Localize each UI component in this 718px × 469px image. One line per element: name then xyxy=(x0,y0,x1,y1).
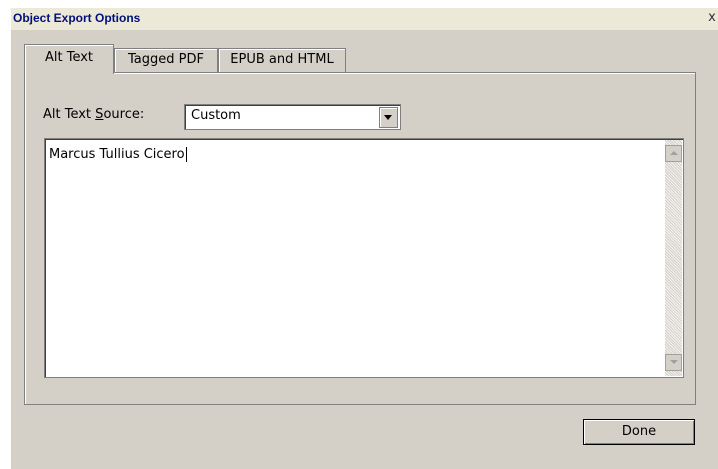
done-button[interactable]: Done xyxy=(583,419,695,445)
alt-text-source-label: Alt Text Source: xyxy=(43,107,145,122)
scroll-up-arrow-icon[interactable] xyxy=(665,145,682,162)
close-icon[interactable]: x xyxy=(705,10,718,26)
scroll-down-arrow-icon[interactable] xyxy=(665,354,682,371)
dialog-title: Object Export Options xyxy=(13,11,141,25)
title-bar[interactable]: Object Export Options x xyxy=(11,8,718,30)
alt-text-value: Marcus Tullius Cicero xyxy=(49,147,187,162)
tab-tagged-pdf[interactable]: Tagged PDF xyxy=(114,48,218,73)
chevron-down-icon[interactable] xyxy=(379,107,398,128)
alt-text-source-value: Custom xyxy=(191,108,241,123)
alt-text-textarea[interactable]: Marcus Tullius Cicero xyxy=(44,138,684,378)
vertical-scrollbar[interactable] xyxy=(665,140,682,376)
alt-text-source-dropdown[interactable]: Custom xyxy=(184,104,401,130)
tab-epub-and-html[interactable]: EPUB and HTML xyxy=(218,48,346,73)
tab-alt-text[interactable]: Alt Text xyxy=(24,44,114,74)
text-caret xyxy=(185,147,187,162)
